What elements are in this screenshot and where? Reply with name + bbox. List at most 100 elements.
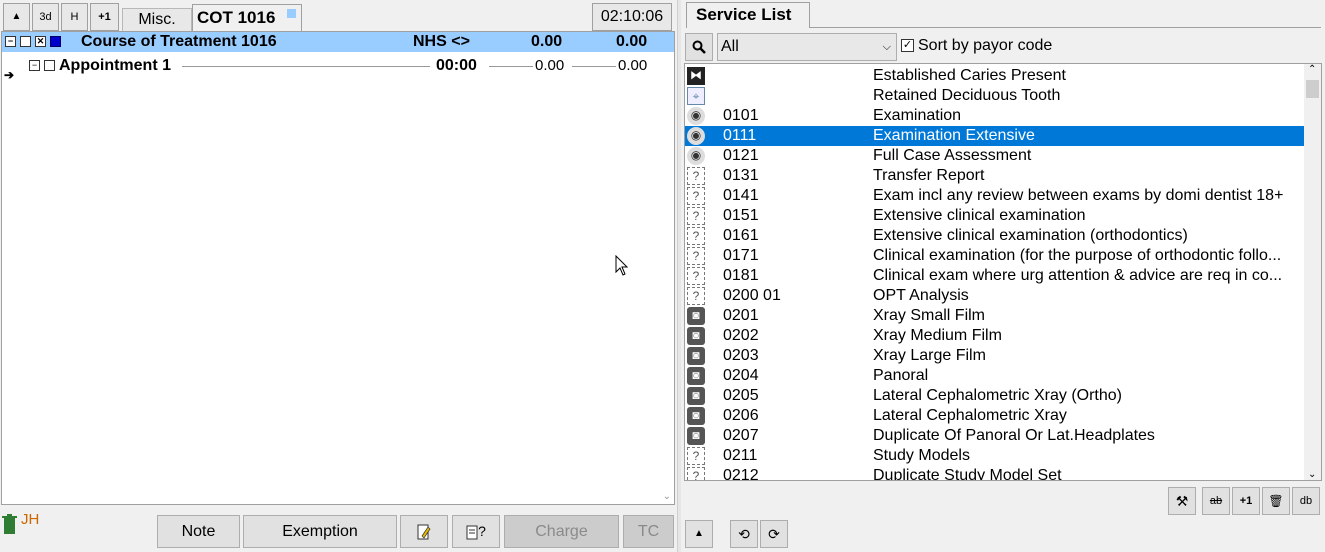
service-row[interactable]: ? 0181 Clinical exam where urg attention &…: [685, 266, 1305, 286]
unknown-icon: ?: [687, 467, 705, 480]
delete-service-button[interactable]: 🗑: [1262, 487, 1290, 515]
tab-cot-label: COT 1016: [197, 8, 276, 27]
service-row[interactable]: ◉ 0101 Examination: [685, 106, 1305, 126]
service-row[interactable]: ? 0141 Exam incl any review between exams …: [685, 186, 1305, 206]
h-button[interactable]: H: [61, 3, 88, 31]
tab-strip-line: [810, 27, 1321, 28]
3d-view-button[interactable]: 3d: [32, 3, 59, 31]
service-row[interactable]: ? 0131 Transfer Report: [685, 166, 1305, 186]
color-swatch-icon: [287, 9, 296, 18]
service-row[interactable]: ◙ 0201 Xray Small Film: [685, 306, 1305, 326]
service-row[interactable]: ? 0211 Study Models: [685, 446, 1305, 466]
exemption-button[interactable]: Exemption: [243, 515, 397, 548]
service-row[interactable]: ⌖ Retained Deciduous Tooth: [685, 86, 1305, 106]
service-description: Xray Large Film: [873, 347, 986, 364]
service-description: Clinical examination (for the purpose of…: [873, 247, 1282, 264]
course-cross-box[interactable]: ✕: [35, 36, 46, 47]
vertical-scrollbar[interactable]: ⌃ ⌄: [1304, 64, 1321, 480]
service-row[interactable]: ◉ 0111 Examination Extensive: [685, 126, 1305, 146]
service-row[interactable]: ? 0171 Clinical examination (for the purpo…: [685, 246, 1305, 266]
course-payor: NHS <>: [413, 33, 470, 50]
charge-button[interactable]: Charge: [504, 515, 619, 548]
course-checkbox[interactable]: [20, 36, 31, 47]
panel-splitter[interactable]: [677, 0, 681, 552]
appointment-value-1: 0.00: [535, 57, 565, 74]
service-row[interactable]: ◙ 0205 Lateral Cephalometric Xray (Ortho): [685, 386, 1305, 406]
split-button[interactable]: ab: [1202, 487, 1230, 515]
service-code: 0205: [723, 387, 759, 404]
camera-icon: ◙: [687, 307, 705, 325]
course-value-1: 0.00: [531, 33, 563, 50]
service-rows: ⧓ Established Caries Present ⌖ Retained Dec…: [685, 66, 1305, 481]
service-code: 0101: [723, 107, 759, 124]
course-row[interactable]: − ✕ Course of Treatment 1016 NHS <> 0.00…: [2, 32, 674, 52]
tab-cot[interactable]: COT 1016: [192, 4, 302, 32]
service-row[interactable]: ? 0161 Extensive clinical examination (ort…: [685, 226, 1305, 246]
service-code: 0201: [723, 307, 759, 324]
search-button[interactable]: [685, 33, 713, 61]
scroll-down-arrow[interactable]: ⌄: [1308, 469, 1316, 480]
service-description: Duplicate Study Model Set: [873, 467, 1062, 481]
service-description: Examination: [873, 107, 962, 124]
appointment-row[interactable]: − Appointment 1 00:00 0.00 0.00: [2, 56, 674, 76]
search-icon: [692, 40, 706, 54]
service-row[interactable]: ? 0151 Extensive clinical examination: [685, 206, 1305, 226]
service-row[interactable]: ◙ 0206 Lateral Cephalometric Xray: [685, 406, 1305, 426]
undo-button[interactable]: ⟲: [730, 520, 758, 548]
service-row[interactable]: ? 0200 01 OPT Analysis: [685, 286, 1305, 306]
service-row[interactable]: ? 0212 Duplicate Study Model Set: [685, 466, 1305, 481]
service-code: 0203: [723, 347, 759, 364]
service-row[interactable]: ◙ 0203 Xray Large Film: [685, 346, 1305, 366]
tc-button[interactable]: TC: [623, 515, 674, 548]
service-description: Retained Deciduous Tooth: [873, 87, 1061, 104]
service-description: Transfer Report: [873, 167, 985, 184]
move-up-service-button[interactable]: ▲: [685, 520, 713, 548]
service-code: 0151: [723, 207, 759, 224]
service-row[interactable]: ◙ 0207 Duplicate Of Panoral Or Lat.Headpla…: [685, 426, 1305, 446]
plus-one-button[interactable]: +1: [90, 3, 119, 31]
redo-button[interactable]: ⟳: [760, 520, 788, 548]
appointment-title: Appointment 1: [59, 57, 171, 74]
tab-service-list[interactable]: Service List: [686, 2, 810, 28]
plus-one-service-button[interactable]: +1: [1232, 487, 1260, 515]
move-up-button[interactable]: ▲: [3, 3, 30, 31]
unknown-icon: ?: [687, 287, 705, 305]
collapse-toggle[interactable]: −: [5, 36, 16, 47]
service-code: 0181: [723, 267, 759, 284]
user-initials: JH: [21, 511, 40, 528]
appointment-collapse-toggle[interactable]: −: [29, 60, 40, 71]
form-query-button[interactable]: ?: [452, 515, 500, 548]
service-description: Extensive clinical examination: [873, 207, 1086, 224]
service-description: Panoral: [873, 367, 929, 384]
trash-icon[interactable]: [2, 514, 17, 535]
payor-filter-value: All: [721, 38, 739, 55]
service-row[interactable]: ⧓ Established Caries Present: [685, 66, 1305, 86]
edit-form-button[interactable]: [400, 515, 448, 548]
scroll-thumb[interactable]: [1306, 80, 1319, 98]
service-description: Duplicate Of Panoral Or Lat.Headplates: [873, 427, 1155, 444]
service-row[interactable]: ◉ 0121 Full Case Assessment: [685, 146, 1305, 166]
tab-misc[interactable]: Misc.: [122, 8, 192, 32]
service-description: Established Caries Present: [873, 67, 1066, 84]
scroll-down-arrow[interactable]: ⌄: [663, 491, 671, 502]
note-button[interactable]: Note: [157, 515, 240, 548]
service-code: 0206: [723, 407, 759, 424]
unknown-icon: ?: [687, 167, 705, 185]
payor-filter-select[interactable]: All ⌵: [717, 33, 897, 61]
service-description: Examination Extensive: [873, 127, 1035, 144]
service-row[interactable]: ◙ 0204 Panoral: [685, 366, 1305, 386]
form-icon: [466, 525, 478, 540]
left-panel: ▲ 3d H +1 Misc. COT 1016 02:10:06 − ✕ Co…: [0, 0, 676, 552]
tools-button[interactable]: ⚒: [1168, 487, 1196, 515]
service-row[interactable]: ◙ 0202 Xray Medium Film: [685, 326, 1305, 346]
sort-by-payor-checkbox[interactable]: ✓: [901, 39, 914, 52]
eye-icon: ◉: [687, 147, 705, 165]
camera-icon: ◙: [687, 367, 705, 385]
appointment-time: 00:00: [436, 57, 477, 74]
appointment-leader-line-3: [572, 66, 616, 67]
camera-icon: ◙: [687, 347, 705, 365]
appointment-checkbox[interactable]: [44, 60, 55, 71]
db-button[interactable]: db: [1292, 487, 1320, 515]
scroll-up-arrow[interactable]: ⌃: [1308, 64, 1316, 75]
service-code: 0204: [723, 367, 759, 384]
